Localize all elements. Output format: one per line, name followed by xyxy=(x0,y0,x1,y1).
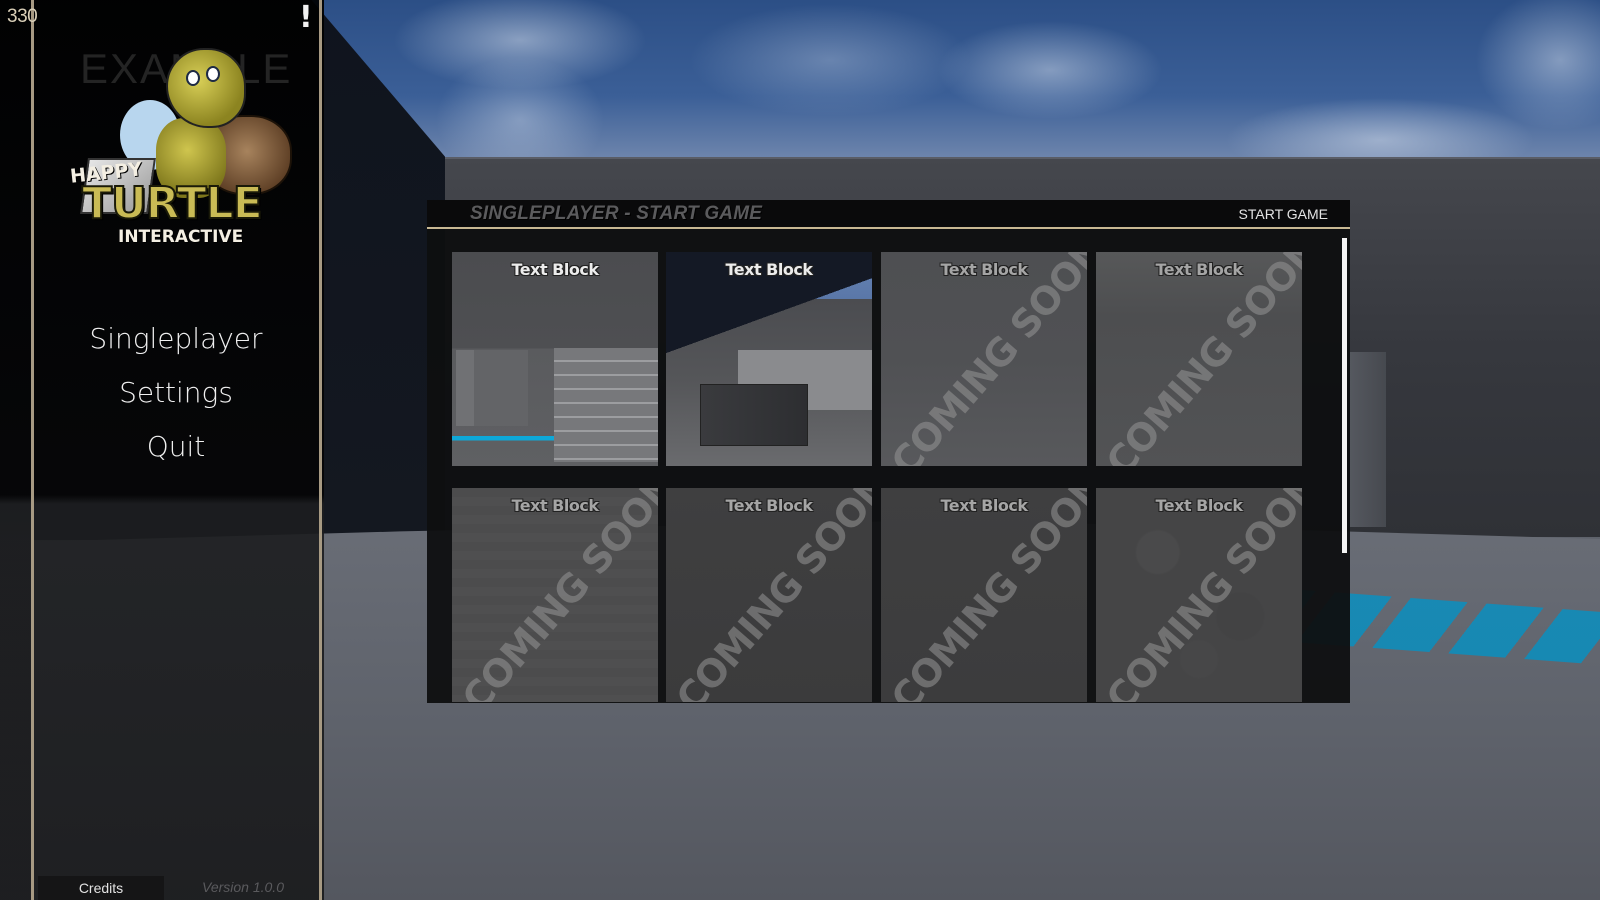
level-card-title: Text Block xyxy=(940,260,1028,279)
level-card-title: Text Block xyxy=(511,496,599,515)
menu-item-quit[interactable]: Quit xyxy=(32,420,320,474)
happy-turtle-logo: EXAMPLE HAPPY TURTLE INTERACTIVE xyxy=(62,40,292,255)
fps-counter: 330 xyxy=(7,6,38,27)
turtle-eye-icon xyxy=(206,66,220,82)
logo-text-interactive: INTERACTIVE xyxy=(118,227,244,247)
level-card-title: Text Block xyxy=(940,496,1028,515)
turtle-head-icon xyxy=(166,48,246,128)
singleplayer-panel: SINGLEPLAYER - START GAME START GAME Tex… xyxy=(427,200,1350,703)
menu-item-singleplayer[interactable]: Singleplayer xyxy=(32,312,320,366)
level-thumbnail xyxy=(666,252,872,466)
level-card[interactable]: Text Block COMING SOON xyxy=(881,252,1087,466)
level-card[interactable]: Text Block COMING SOON xyxy=(1096,488,1302,702)
exclamation-icon[interactable]: ! xyxy=(299,0,313,35)
level-card-title: Text Block xyxy=(1155,260,1243,279)
level-card[interactable]: Text Block COMING SOON xyxy=(452,488,658,702)
level-card-title: Text Block xyxy=(725,496,813,515)
panel-title: SINGLEPLAYER - START GAME xyxy=(470,203,763,224)
turtle-eye-icon xyxy=(186,70,200,86)
level-card[interactable]: Text Block xyxy=(452,252,658,466)
main-menu: Singleplayer Settings Quit xyxy=(32,312,320,474)
panel-header: SINGLEPLAYER - START GAME START GAME xyxy=(427,200,1350,229)
level-card-title: Text Block xyxy=(511,260,599,279)
level-card-title: Text Block xyxy=(1155,496,1243,515)
logo-text-turtle: TURTLE xyxy=(81,177,264,230)
start-game-button[interactable]: START GAME xyxy=(1239,206,1328,222)
level-list-scrollbar[interactable] xyxy=(1342,238,1347,553)
level-card-title: Text Block xyxy=(725,260,813,279)
level-thumbnail xyxy=(452,252,658,466)
level-card[interactable]: Text Block xyxy=(666,252,872,466)
credits-button[interactable]: Credits xyxy=(38,876,164,900)
scene-box xyxy=(1350,352,1386,527)
version-label: Version 1.0.0 xyxy=(202,879,284,895)
level-card[interactable]: Text Block COMING SOON xyxy=(1096,252,1302,466)
menu-item-settings[interactable]: Settings xyxy=(32,366,320,420)
level-card[interactable]: Text Block COMING SOON xyxy=(881,488,1087,702)
level-card[interactable]: Text Block COMING SOON xyxy=(666,488,872,702)
